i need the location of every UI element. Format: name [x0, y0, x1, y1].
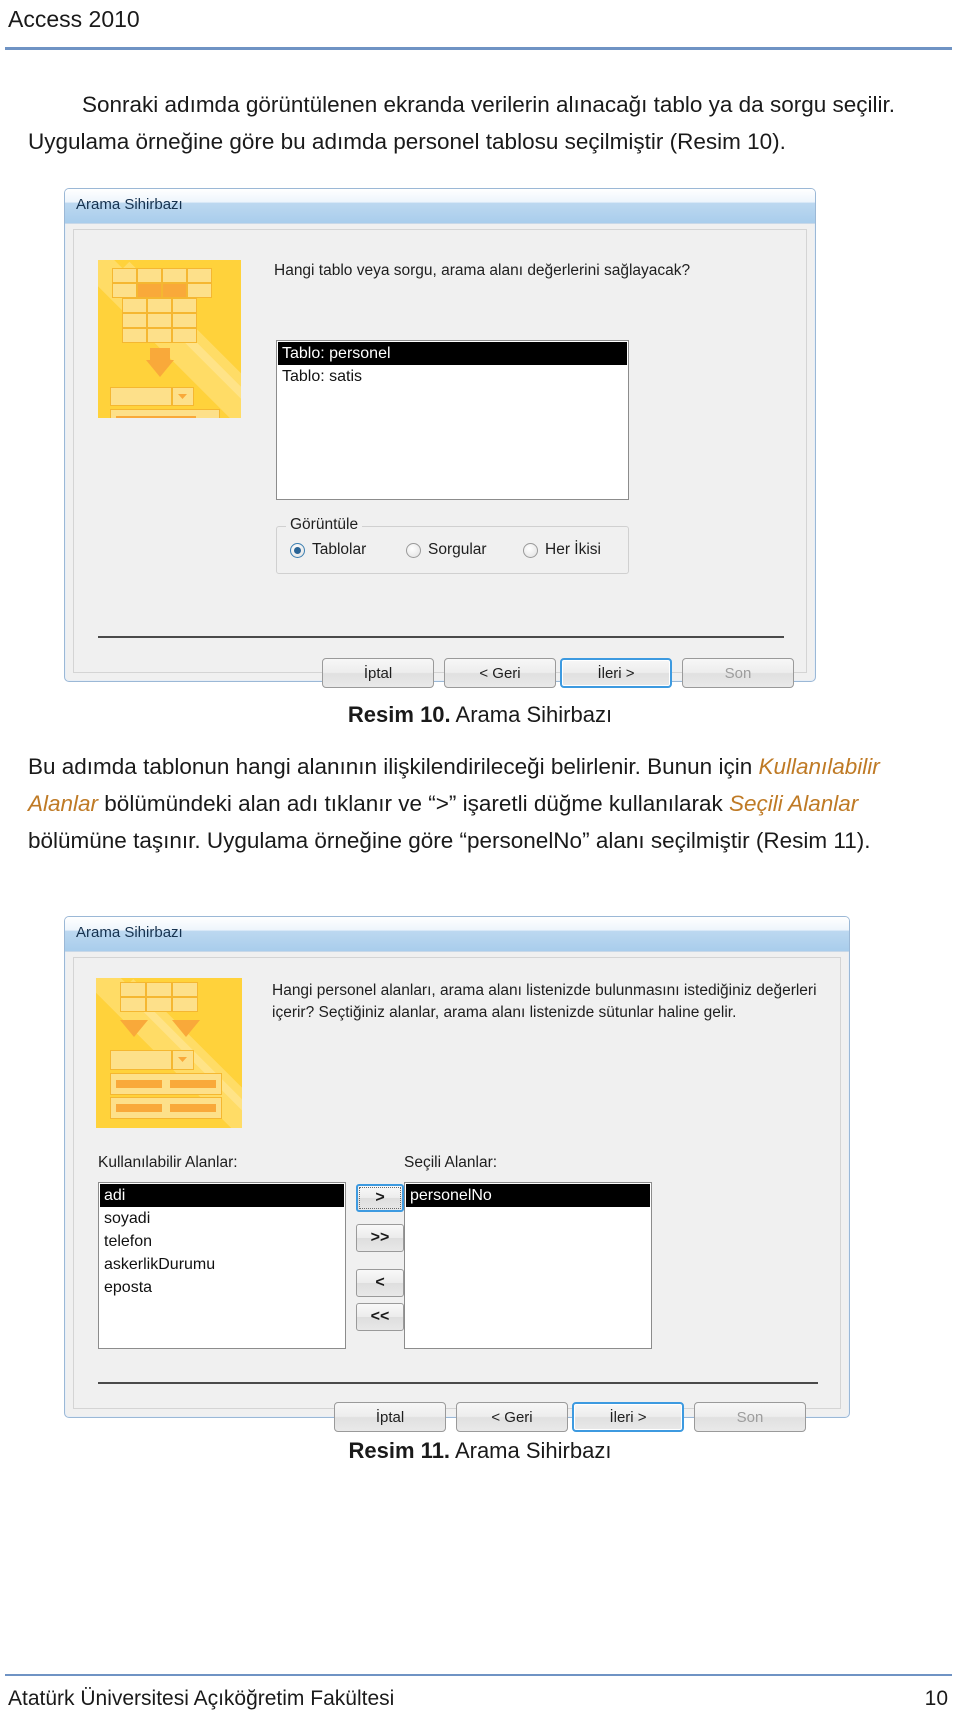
radio-sorgular-label: Sorgular: [428, 541, 487, 558]
dialog1-table-listbox[interactable]: Tablo: personel Tablo: satis: [276, 340, 629, 500]
dialog2-back-label: < Geri: [491, 1408, 533, 1426]
dialog1-title: Arama Sihirbazı: [76, 196, 183, 213]
move-left-button[interactable]: <: [356, 1269, 404, 1297]
dialog2-next-button[interactable]: İleri >: [572, 1402, 684, 1432]
dialog1-body: Hangi tablo veya sorgu, arama alanı değe…: [73, 229, 807, 688]
paragraph-intro-text: Sonraki adımda görüntülenen ekranda veri…: [28, 92, 895, 154]
dialog2-finish-button: Son: [694, 1402, 806, 1432]
figure-10-caption: Resim 10. Arama Sihirbazı: [0, 702, 960, 728]
available-fields-listbox[interactable]: adi soyadi telefon askerlikDurumu eposta: [98, 1182, 346, 1349]
radio-her-ikisi-label: Her İkisi: [545, 541, 601, 558]
dialog1-separator: [98, 636, 784, 638]
dialog1-prompt: Hangi tablo veya sorgu, arama alanı değe…: [274, 262, 691, 279]
wizard-illustration-2: [96, 978, 242, 1128]
move-left-label: <: [375, 1274, 385, 1291]
radio-dot-icon: [406, 542, 421, 558]
dialog2-next-label: İleri >: [609, 1408, 647, 1426]
dialog2-cancel-button[interactable]: İptal: [334, 1402, 446, 1432]
move-right-button[interactable]: >: [356, 1184, 404, 1212]
dialog1-view-groupbox: Görüntüle Tablolar Sorgular Her İkisi: [276, 516, 629, 574]
move-all-left-label: <<: [370, 1308, 390, 1325]
list-item[interactable]: askerlikDurumu: [100, 1253, 344, 1276]
list-item[interactable]: soyadi: [100, 1207, 344, 1230]
page-header: Access 2010: [0, 0, 960, 52]
paragraph-fields-b: bölümündeki alan adı tıklanır ve “>” işa…: [98, 791, 729, 816]
selected-fields-listbox[interactable]: personelNo: [404, 1182, 652, 1349]
dialog1-finish-button: Son: [682, 658, 794, 688]
paragraph-intro: Sonraki adımda görüntülenen ekranda veri…: [28, 86, 934, 160]
list-item[interactable]: Tablo: satis: [278, 365, 627, 388]
figure-10-number: Resim 10.: [347, 702, 451, 727]
list-item[interactable]: telefon: [100, 1230, 344, 1253]
paragraph-fields: Bu adımda tablonun hangi alanının ilişki…: [28, 748, 934, 859]
dialog2-finish-label: Son: [736, 1408, 764, 1426]
radio-dot-icon: [523, 542, 538, 558]
radio-dot-icon: [290, 542, 305, 558]
figure-11-number: Resim 11.: [348, 1438, 451, 1463]
dialog-arama-sihirbazi-step2: Arama Sihirbazı Hangi personel alanları,: [64, 916, 850, 1432]
move-all-right-label: >>: [370, 1229, 390, 1246]
list-item[interactable]: Tablo: personel: [278, 342, 627, 365]
paragraph-fields-highlight-2: Seçili Alanlar: [729, 791, 859, 816]
dialog1-cancel-label: İptal: [363, 664, 393, 682]
page-title: Access 2010: [8, 6, 140, 32]
radio-sorgular[interactable]: Sorgular: [406, 541, 523, 559]
figure-11-text: Arama Sihirbazı: [450, 1438, 612, 1463]
dialog1-back-button[interactable]: < Geri: [444, 658, 556, 688]
radio-tablolar-label: Tablolar: [312, 541, 367, 558]
dialog1-view-legend: Görüntüle: [286, 516, 363, 534]
dialog2-titlebar: Arama Sihirbazı: [65, 917, 849, 952]
dialog1-finish-label: Son: [724, 664, 752, 682]
footer-institution: Atatürk Üniversitesi Açıköğretim Fakülte…: [8, 1687, 395, 1710]
dialog2-body: Hangi personel alanları, arama alanı lis…: [73, 957, 841, 1432]
header-divider: [5, 47, 952, 50]
dialog1-cancel-button[interactable]: İptal: [322, 658, 434, 688]
dialog2-separator: [98, 1382, 818, 1384]
selected-fields-label: Seçili Alanlar:: [404, 1154, 498, 1171]
wizard-illustration-1: [98, 260, 241, 418]
radio-her-ikisi[interactable]: Her İkisi: [523, 541, 601, 559]
figure-11-caption: Resim 11. Arama Sihirbazı: [0, 1438, 960, 1464]
list-item[interactable]: adi: [100, 1184, 344, 1207]
dialog1-next-button[interactable]: İleri >: [560, 658, 672, 688]
footer-divider: [5, 1674, 952, 1676]
figure-10-text: Arama Sihirbazı: [450, 702, 613, 727]
dialog1-next-label: İleri >: [597, 664, 635, 682]
dialog-arama-sihirbazi-step1: Arama Sihirbazı Hangi tablo veya sorgu, …: [64, 188, 816, 688]
available-fields-label: Kullanılabilir Alanlar:: [98, 1154, 238, 1171]
move-all-right-button[interactable]: >>: [356, 1224, 404, 1252]
dialog2-cancel-label: İptal: [375, 1408, 405, 1426]
dialog1-back-label: < Geri: [479, 664, 521, 682]
paragraph-fields-a: Bu adımda tablonun hangi alanının ilişki…: [28, 754, 759, 779]
dialog2-prompt-line-1: Hangi personel alanları, arama alanı lis…: [272, 982, 817, 999]
list-item[interactable]: eposta: [100, 1276, 344, 1299]
dialog1-titlebar: Arama Sihirbazı: [65, 189, 815, 224]
move-all-left-button[interactable]: <<: [356, 1303, 404, 1331]
radio-tablolar[interactable]: Tablolar: [290, 541, 406, 559]
dialog2-title: Arama Sihirbazı: [76, 924, 183, 941]
list-item[interactable]: personelNo: [406, 1184, 650, 1207]
move-right-label: >: [375, 1189, 385, 1206]
dialog2-back-button[interactable]: < Geri: [456, 1402, 568, 1432]
footer-page-number: 10: [924, 1687, 948, 1710]
dialog2-prompt-line-2: içerir? Seçtiğiniz alanlar, arama alanı …: [272, 1004, 737, 1021]
paragraph-fields-c: bölümüne taşınır. Uygulama örneğine göre…: [28, 828, 871, 853]
